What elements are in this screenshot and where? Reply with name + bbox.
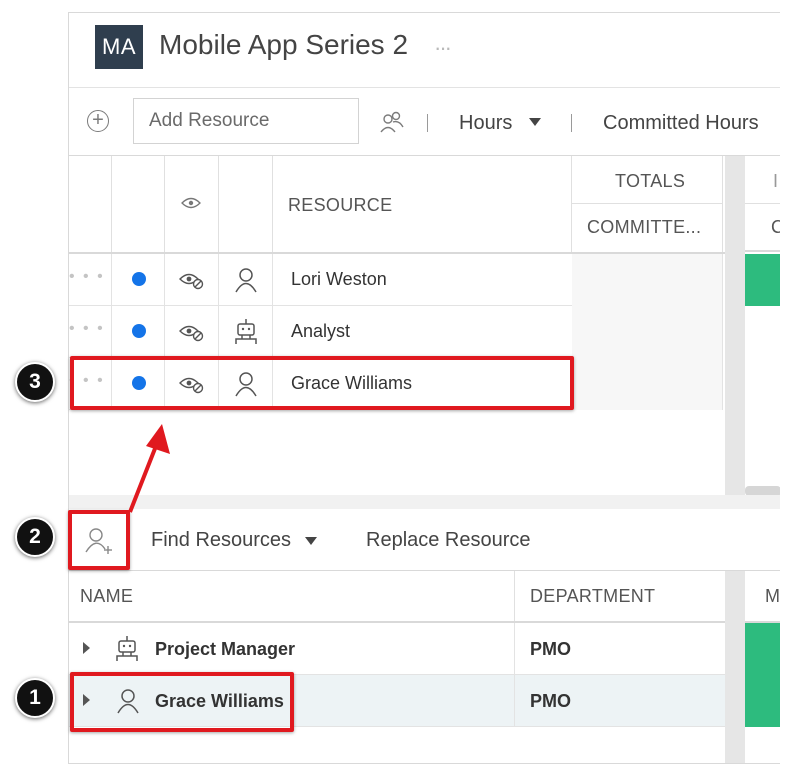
project-title: Mobile App Series 2 [159,29,409,60]
totals-header-label: TOTALS [615,171,686,191]
more-options-icon[interactable]: ··· [434,35,452,61]
committed-hours-toggle[interactable]: Committed Hours [603,112,759,135]
vertical-scrollbar[interactable] [725,156,745,496]
step-badge-1: 1 [15,678,55,718]
drag-column-header [69,156,112,252]
type-cell [219,306,273,358]
period-column-header: M [745,571,780,623]
totals-column-header: TOTALS [572,156,723,204]
add-resource-input[interactable] [133,98,359,144]
step-badge-2: 2 [15,517,55,557]
period-subheader-label: C [771,217,780,238]
person-icon [235,268,257,293]
type-column-header [219,156,273,252]
resource-column-header[interactable]: RESOURCE [273,156,572,252]
resource-toolbar: + Hours Committed Hours [69,87,780,155]
committed-header-label: COMMITTE... [587,217,702,237]
totals-cell [572,254,723,306]
resource-pool-toolbar: Find Resources Replace Resource [69,509,780,571]
department-value: PMO [530,639,572,659]
department-header-label[interactable]: DEPARTMENT [530,586,655,607]
status-column-header [112,156,165,252]
department-value: PMO [530,691,572,711]
resource-pool-grid: NAME DEPARTMENT M Project Manager PMO Gr… [69,571,780,763]
robot-icon [235,319,257,344]
step-badge-3: 3 [15,362,55,402]
column-divider [514,623,515,675]
type-cell [219,254,273,306]
arrow-icon [128,424,170,513]
chevron-down-icon[interactable] [529,118,541,126]
eye-icon [181,197,201,209]
totals-cell [572,358,723,410]
visibility-cell[interactable] [165,306,219,358]
expand-icon[interactable] [83,642,90,654]
availability-bar[interactable] [745,623,780,727]
period-column-header: I [745,156,780,204]
toolbar-separator [571,114,572,132]
status-dot [132,272,146,286]
pool-resource-name[interactable]: Project Manager [155,639,295,660]
grid-header: RESOURCE TOTALS COMMITTE... [69,156,729,254]
find-resources-dropdown[interactable]: Find Resources [151,529,291,552]
vertical-scrollbar[interactable] [725,571,745,763]
visibility-cell[interactable] [165,254,219,306]
column-divider [514,675,515,727]
toolbar-separator [427,114,428,132]
eye-hidden-icon[interactable] [179,271,205,291]
hours-dropdown[interactable]: Hours [459,112,512,135]
period-header-label: M [765,586,780,606]
period-header-label: I [773,171,779,191]
eye-hidden-icon[interactable] [179,323,205,343]
table-row[interactable]: Project Manager PMO [69,623,725,675]
robot-icon [116,636,138,661]
column-divider [514,571,515,621]
visibility-column-header[interactable] [165,156,219,252]
people-icon[interactable] [379,110,405,134]
project-avatar: MA [95,25,143,69]
highlight-box-2 [68,510,130,570]
allocation-bar[interactable] [745,254,780,306]
status-dot [132,324,146,338]
pool-grid-header: NAME DEPARTMENT [69,571,725,623]
totals-cell [572,306,723,358]
committed-column-header[interactable]: COMMITTE... [572,204,723,252]
resource-header-label: RESOURCE [288,195,393,215]
drag-cell [69,306,112,358]
chevron-down-icon[interactable] [305,537,317,545]
table-row[interactable]: • • • Analyst [69,306,723,358]
resource-name[interactable]: Analyst [291,321,350,342]
replace-resource-button[interactable]: Replace Resource [366,529,531,552]
table-row[interactable]: • • • Lori Weston [69,254,723,306]
add-circle-icon[interactable]: + [87,110,109,132]
highlight-box-1 [70,672,294,732]
period-subheader: C [745,204,780,252]
name-header-label[interactable]: NAME [80,586,133,607]
drag-cell [69,254,112,306]
resource-name[interactable]: Lori Weston [291,269,387,290]
highlight-box-3 [70,356,574,410]
